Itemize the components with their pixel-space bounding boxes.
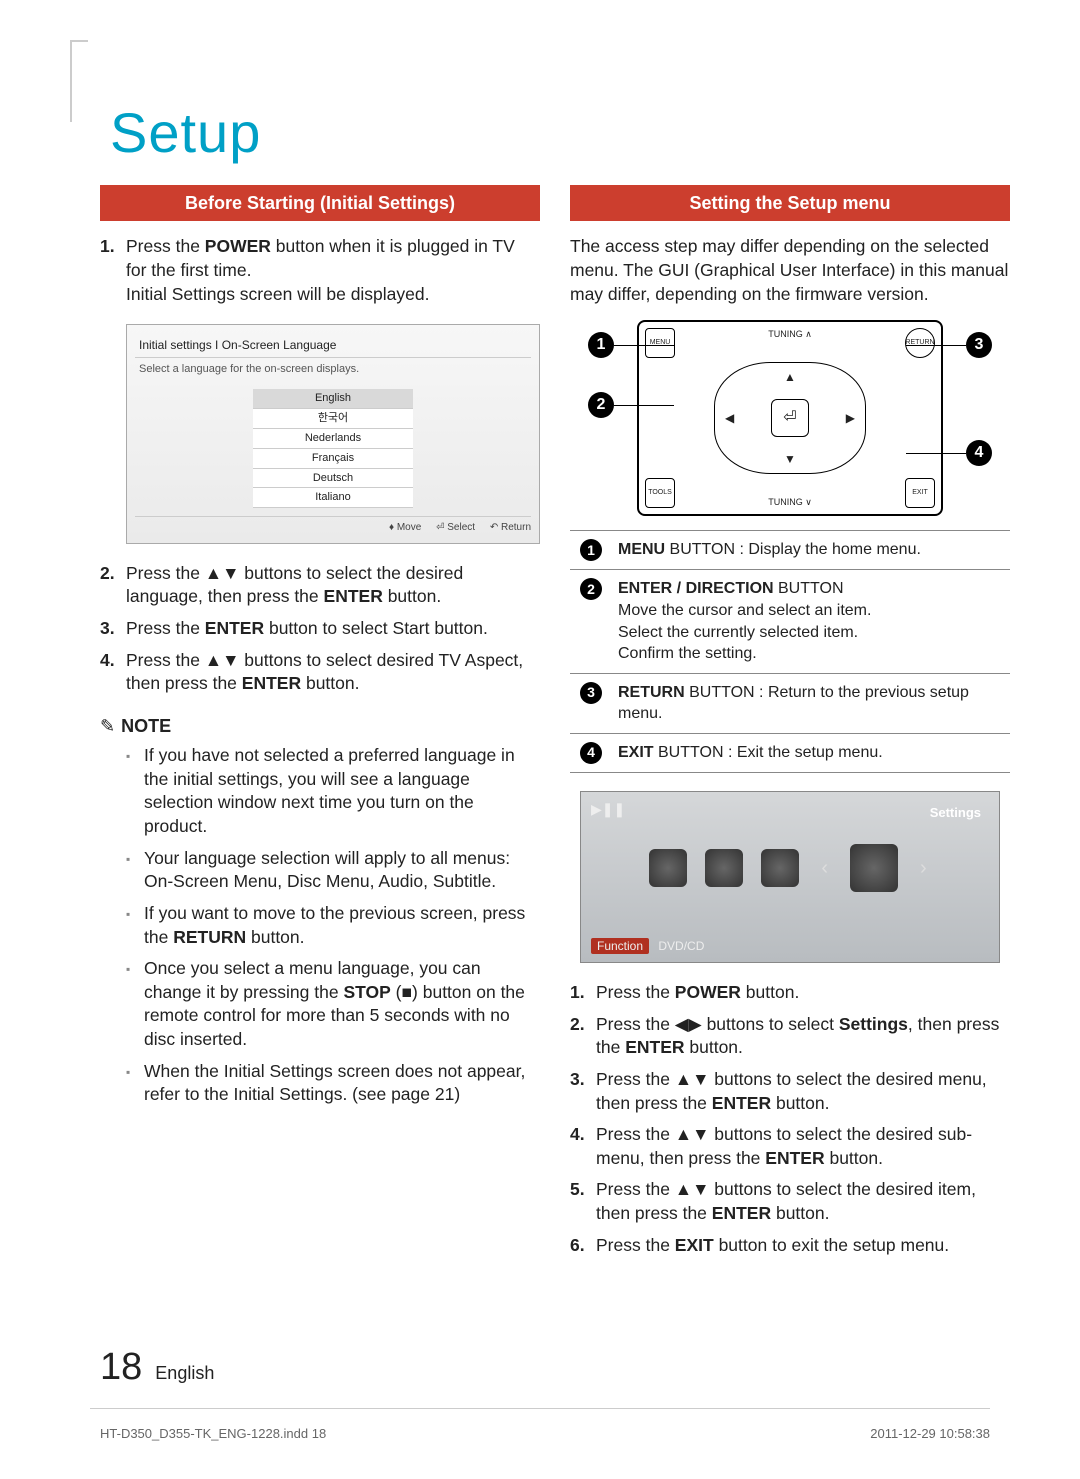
initial-settings-screenshot: Initial settings I On-Screen Language Se… bbox=[126, 324, 540, 544]
row-desc: MENU BUTTON : Display the home menu. bbox=[612, 531, 1010, 570]
page-number-block: 18 English bbox=[100, 1346, 214, 1389]
screenshot-title: Initial settings I On-Screen Language bbox=[135, 333, 531, 358]
return-button-icon: RETURN bbox=[905, 328, 935, 358]
footer-select: ⏎ Select bbox=[436, 522, 475, 533]
tuning-down-label: TUNING ∨ bbox=[768, 496, 812, 508]
screenshot-subtitle: Select a language for the on-screen disp… bbox=[135, 358, 531, 381]
left-arrow-icon: ‹ bbox=[817, 855, 832, 882]
callout-2: 2 bbox=[588, 392, 614, 418]
page-language: English bbox=[155, 1363, 214, 1383]
lang-item: English bbox=[253, 389, 413, 409]
table-row: 4 EXIT BUTTON : Exit the setup menu. bbox=[570, 733, 1010, 772]
note-item: Your language selection will apply to al… bbox=[126, 847, 540, 894]
right-step: Press the ▲▼ buttons to select the desir… bbox=[570, 1123, 1010, 1170]
left-column: Before Starting (Initial Settings) Press… bbox=[100, 185, 540, 1275]
settings-gui-mock: ▶❚❚ Settings ‹ › Function DVD/CD bbox=[580, 791, 1000, 963]
right-arrow-icon: ▶ bbox=[846, 410, 855, 426]
enter-button-icon: ⏎ bbox=[771, 399, 809, 437]
callout-1: 1 bbox=[588, 332, 614, 358]
remote-diagram: 1 2 3 4 MENU RETURN TOOLS EXIT TUNING ∧ … bbox=[570, 320, 1010, 516]
exit-button-icon: EXIT bbox=[905, 478, 935, 508]
right-intro: The access step may differ depending on … bbox=[570, 235, 1010, 306]
left-step: Press the POWER button when it is plugge… bbox=[100, 235, 540, 306]
note-item: Once you select a menu language, you can… bbox=[126, 957, 540, 1052]
left-step: Press the ▲▼ buttons to select the desir… bbox=[100, 562, 540, 609]
left-step: Press the ENTER button to select Start b… bbox=[100, 617, 540, 641]
tuning-up-label: TUNING ∧ bbox=[768, 328, 812, 340]
callout-3: 3 bbox=[966, 332, 992, 358]
screenshot-footer: ♦ Move ⏎ Select ↶ Return bbox=[135, 516, 531, 535]
left-step: Press the ▲▼ buttons to select desired T… bbox=[100, 649, 540, 696]
note-list: If you have not selected a preferred lan… bbox=[100, 744, 540, 1107]
table-row: 2 ENTER / DIRECTION BUTTONMove the curso… bbox=[570, 570, 1010, 673]
note-heading: NOTE bbox=[100, 714, 540, 738]
corner-mark bbox=[70, 40, 88, 122]
lang-item: Français bbox=[253, 449, 413, 469]
footer-meta: HT-D350_D355-TK_ENG-1228.indd 18 2011-12… bbox=[100, 1426, 990, 1441]
page-title: Setup bbox=[110, 100, 1010, 165]
right-section-heading: Setting the Setup menu bbox=[570, 185, 1010, 221]
columns: Before Starting (Initial Settings) Press… bbox=[100, 185, 1010, 1275]
row-number: 4 bbox=[580, 742, 602, 764]
right-step: Press the ▲▼ buttons to select the desir… bbox=[570, 1178, 1010, 1225]
row-number: 1 bbox=[580, 539, 602, 561]
callout-4: 4 bbox=[966, 440, 992, 466]
gui-icon bbox=[649, 849, 687, 887]
page-number: 18 bbox=[100, 1346, 142, 1388]
language-list: English 한국어 Nederlands Français Deutsch … bbox=[253, 389, 413, 508]
gui-icon bbox=[761, 849, 799, 887]
source-label: DVD/CD bbox=[658, 939, 704, 953]
right-step: Press the POWER button. bbox=[570, 981, 1010, 1005]
lang-item: 한국어 bbox=[253, 409, 413, 429]
footer-timestamp: 2011-12-29 10:58:38 bbox=[870, 1426, 990, 1441]
gui-icon-row: ‹ › bbox=[581, 844, 999, 892]
footer-move: ♦ Move bbox=[389, 522, 421, 533]
up-arrow-icon: ▲ bbox=[784, 369, 796, 385]
right-arrow-icon: › bbox=[916, 855, 931, 882]
lang-item: Deutsch bbox=[253, 469, 413, 489]
lang-item: Nederlands bbox=[253, 429, 413, 449]
lang-item: Italiano bbox=[253, 488, 413, 508]
note-item: If you want to move to the previous scre… bbox=[126, 902, 540, 949]
gui-icon-settings bbox=[850, 844, 898, 892]
row-number: 3 bbox=[580, 682, 602, 704]
function-badge: Function bbox=[591, 938, 649, 954]
footer-file: HT-D350_D355-TK_ENG-1228.indd 18 bbox=[100, 1426, 326, 1441]
left-arrow-icon: ◀ bbox=[725, 410, 734, 426]
footer-rule bbox=[90, 1408, 990, 1409]
gui-icon bbox=[705, 849, 743, 887]
table-row: 3 RETURN BUTTON : Return to the previous… bbox=[570, 673, 1010, 733]
table-row: 1 MENU BUTTON : Display the home menu. bbox=[570, 531, 1010, 570]
left-section-heading: Before Starting (Initial Settings) bbox=[100, 185, 540, 221]
remote-outline: MENU RETURN TOOLS EXIT TUNING ∧ TUNING ∨… bbox=[637, 320, 943, 516]
right-step: Press the EXIT button to exit the setup … bbox=[570, 1234, 1010, 1258]
gui-label: Settings bbox=[930, 804, 981, 822]
play-pause-icon: ▶❚❚ bbox=[591, 800, 625, 819]
gui-footer: Function DVD/CD bbox=[591, 938, 704, 954]
row-number: 2 bbox=[580, 578, 602, 600]
note-item: If you have not selected a preferred lan… bbox=[126, 744, 540, 839]
row-desc: ENTER / DIRECTION BUTTONMove the cursor … bbox=[612, 570, 1010, 673]
manual-page: Setup Before Starting (Initial Settings)… bbox=[0, 0, 1080, 1479]
left-steps-cont: Press the ▲▼ buttons to select the desir… bbox=[100, 562, 540, 696]
note-item: When the Initial Settings screen does no… bbox=[126, 1060, 540, 1107]
row-desc: RETURN BUTTON : Return to the previous s… bbox=[612, 673, 1010, 733]
tools-button-icon: TOOLS bbox=[645, 478, 675, 508]
left-steps: Press the POWER button when it is plugge… bbox=[100, 235, 540, 306]
right-steps: Press the POWER button. Press the ◀▶ but… bbox=[570, 981, 1010, 1257]
right-step: Press the ◀▶ buttons to select Settings,… bbox=[570, 1013, 1010, 1060]
row-desc: EXIT BUTTON : Exit the setup menu. bbox=[612, 733, 1010, 772]
footer-return: ↶ Return bbox=[490, 522, 531, 533]
menu-button-icon: MENU bbox=[645, 328, 675, 358]
down-arrow-icon: ▼ bbox=[784, 451, 796, 467]
dpad-ring: ▲ ▼ ◀ ▶ ⏎ bbox=[714, 362, 866, 474]
right-step: Press the ▲▼ buttons to select the desir… bbox=[570, 1068, 1010, 1115]
button-description-table: 1 MENU BUTTON : Display the home menu. 2… bbox=[570, 530, 1010, 773]
right-column: Setting the Setup menu The access step m… bbox=[570, 185, 1010, 1275]
